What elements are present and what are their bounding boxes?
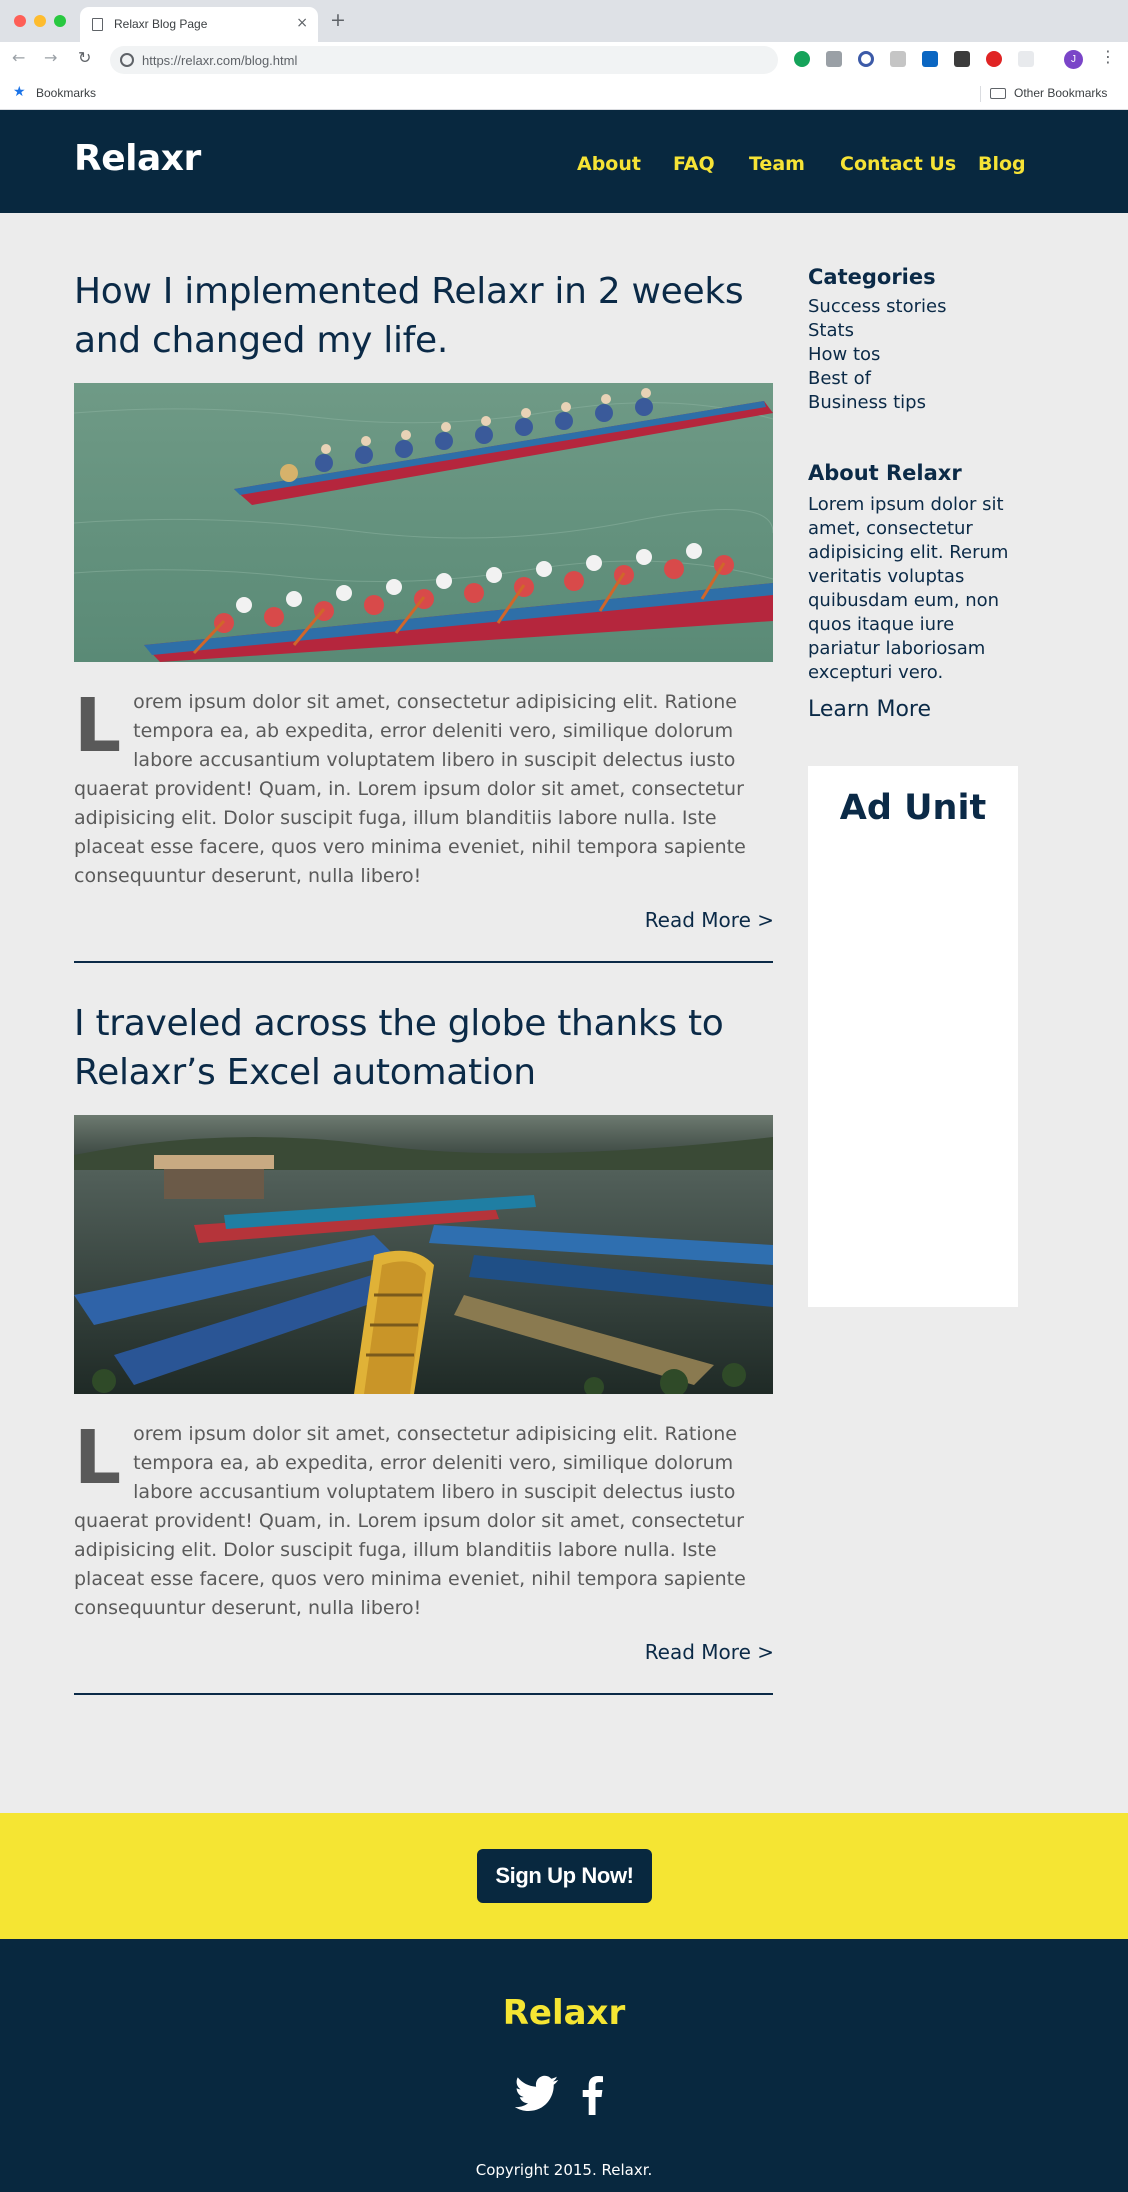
minimize-window-button[interactable] — [34, 15, 46, 27]
other-bookmarks-link[interactable]: Other Bookmarks — [1014, 86, 1107, 100]
category-link-success-stories[interactable]: Success stories — [808, 295, 1020, 319]
twitter-icon[interactable] — [514, 2075, 559, 2115]
record-extension-icon[interactable] — [858, 51, 874, 67]
address-bar[interactable]: https://relaxr.com/blog.html — [110, 46, 778, 74]
drive-extension-icon[interactable] — [826, 51, 842, 67]
back-icon[interactable]: ← — [12, 50, 25, 66]
bookmarks-divider — [980, 86, 981, 102]
nav-link-blog[interactable]: Blog — [978, 153, 1026, 175]
star-icon: ★ — [13, 84, 26, 100]
forward-icon[interactable]: → — [44, 50, 57, 66]
post-excerpt-text: orem ipsum dolor sit amet, consectetur a… — [74, 1423, 746, 1619]
blog-post: How I implemented Relaxr in 2 weeks and … — [74, 267, 774, 963]
rowboats-image — [74, 1115, 773, 1394]
learn-more-link[interactable]: Learn More — [808, 697, 1020, 722]
new-tab-icon[interactable]: + — [330, 11, 346, 30]
linkedin-extension-icon[interactable] — [922, 51, 938, 67]
post-excerpt: Lorem ipsum dolor sit amet, consectetur … — [74, 688, 773, 891]
tab-close-icon[interactable]: × — [296, 15, 308, 31]
more-options-icon[interactable]: ⋮ — [1100, 49, 1116, 65]
signup-banner: Sign Up Now! — [0, 1813, 1128, 1939]
facebook-icon[interactable] — [580, 2075, 604, 2119]
sidebar: Categories Success stories Stats How tos… — [808, 265, 1020, 722]
page-icon — [92, 18, 103, 31]
post-excerpt: Lorem ipsum dolor sit amet, consectetur … — [74, 1420, 773, 1623]
categories-list: Success stories Stats How tos Best of Bu… — [808, 295, 1020, 415]
post-divider — [74, 961, 773, 963]
drop-cap: L — [74, 683, 122, 769]
browser-toolbar: ← → ↻ https://relaxr.com/blog.html J ⋮ — [0, 42, 1128, 78]
site-footer: Relaxr Copyright 2015. Relaxr. — [0, 1939, 1128, 2192]
category-link-best-of[interactable]: Best of — [808, 367, 1020, 391]
bookmarks-link[interactable]: Bookmarks — [36, 86, 96, 100]
about-text: Lorem ipsum dolor sit amet, consectetur … — [808, 494, 1009, 683]
lastpass-extension-icon[interactable] — [986, 51, 1002, 67]
post-title[interactable]: I traveled across the globe thanks to Re… — [74, 999, 774, 1097]
browser-chrome: Relaxr Blog Page × + ← → ↻ https://relax… — [0, 0, 1128, 110]
copyright-text: Copyright 2015. Relaxr. — [475, 2161, 653, 2179]
category-link-how-tos[interactable]: How tos — [808, 343, 1020, 367]
ad-unit-title: Ad Unit — [839, 788, 987, 828]
reload-icon[interactable]: ↻ — [78, 50, 91, 66]
category-link-stats[interactable]: Stats — [808, 319, 1020, 343]
post-title[interactable]: How I implemented Relaxr in 2 weeks and … — [74, 267, 774, 365]
bookmarks-bar: ★ Bookmarks Other Bookmarks — [0, 78, 1128, 110]
nav-link-faq[interactable]: FAQ — [673, 153, 715, 175]
read-more-link[interactable]: Read More > — [645, 908, 774, 932]
browser-tab[interactable]: Relaxr Blog Page × — [80, 7, 318, 42]
dragon-boat-image — [74, 383, 773, 662]
footer-logo[interactable]: Relaxr — [0, 1993, 1128, 2033]
folder-icon — [990, 88, 1006, 99]
location-extension-icon[interactable] — [954, 51, 970, 67]
site-logo[interactable]: Relaxr — [74, 138, 201, 179]
read-more-link[interactable]: Read More > — [645, 1640, 774, 1664]
ad-unit[interactable]: Ad Unit — [808, 766, 1018, 1307]
url-text[interactable]: https://relaxr.com/blog.html — [142, 53, 297, 68]
post-divider — [74, 1693, 773, 1695]
about-heading: About Relaxr — [808, 461, 962, 485]
profile-avatar[interactable]: J — [1064, 50, 1083, 69]
drop-cap: L — [74, 1415, 122, 1501]
categories-heading: Categories — [808, 265, 936, 289]
nav-link-contact[interactable]: Contact Us — [840, 153, 956, 175]
grammarly-extension-icon[interactable] — [794, 51, 810, 67]
puzzle-extension-icon[interactable] — [890, 51, 906, 67]
category-link-business-tips[interactable]: Business tips — [808, 391, 1020, 415]
tab-strip: Relaxr Blog Page × + — [0, 0, 1128, 42]
post-excerpt-text: orem ipsum dolor sit amet, consectetur a… — [74, 691, 746, 887]
globe-icon — [120, 53, 134, 67]
sign-up-button[interactable]: Sign Up Now! — [477, 1849, 652, 1903]
blank-extension-icon[interactable] — [1018, 51, 1034, 67]
blog-post: I traveled across the globe thanks to Re… — [74, 999, 774, 1695]
site-header: Relaxr About FAQ Team Contact Us Blog — [0, 110, 1128, 213]
tab-title: Relaxr Blog Page — [114, 17, 208, 31]
nav-link-about[interactable]: About — [577, 153, 641, 175]
close-window-button[interactable] — [14, 15, 26, 27]
maximize-window-button[interactable] — [54, 15, 66, 27]
nav-link-team[interactable]: Team — [749, 153, 805, 175]
